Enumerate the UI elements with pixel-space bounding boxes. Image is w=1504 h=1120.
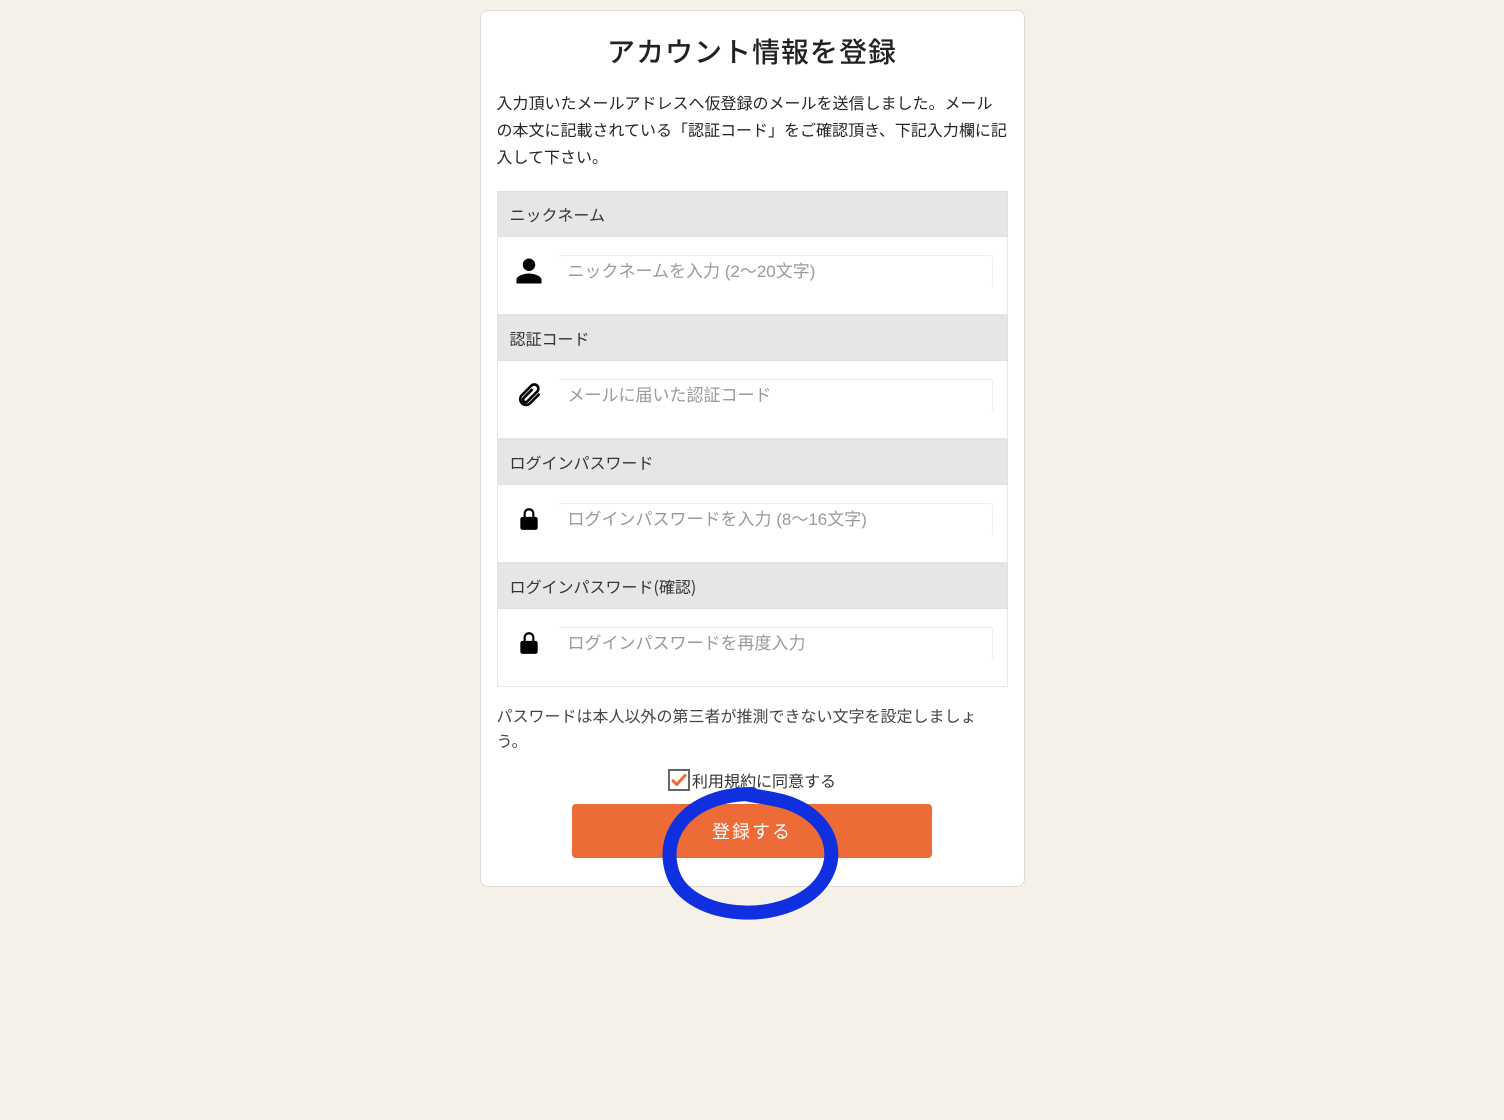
password-confirm-group: ログインパスワード(確認) [497,563,1008,687]
agreement-label: 利用規約に同意する [692,768,836,792]
user-icon [512,256,546,286]
submit-wrap: 登録する [497,804,1008,858]
authcode-body [497,361,1008,439]
nickname-label: ニックネーム [497,191,1008,237]
authcode-label: 認証コード [497,315,1008,361]
password-label: ログインパスワード [497,439,1008,485]
agreement-row: 利用規約に同意する [497,768,1008,792]
password-confirm-label: ログインパスワード(確認) [497,563,1008,609]
password-group: ログインパスワード [497,439,1008,563]
page-title: アカウント情報を登録 [497,31,1008,71]
lock-icon [512,506,546,532]
paperclip-icon [512,381,546,409]
password-body [497,485,1008,563]
nickname-group: ニックネーム [497,191,1008,315]
lock-icon [512,630,546,656]
agreement-checkbox[interactable] [668,769,690,791]
registration-card: アカウント情報を登録 入力頂いたメールアドレスへ仮登録のメールを送信しました。メ… [480,10,1025,887]
authcode-input[interactable] [558,379,993,412]
authcode-group: 認証コード [497,315,1008,439]
password-confirm-body [497,609,1008,687]
submit-button[interactable]: 登録する [572,804,932,858]
password-input[interactable] [558,503,993,536]
password-note: パスワードは本人以外の第三者が推測できない文字を設定しましょう。 [497,703,1008,754]
nickname-input[interactable] [558,255,993,288]
instructions-text: 入力頂いたメールアドレスへ仮登録のメールを送信しました。メールの本文に記載されて… [497,89,1008,171]
nickname-body [497,237,1008,315]
password-confirm-input[interactable] [558,627,993,660]
